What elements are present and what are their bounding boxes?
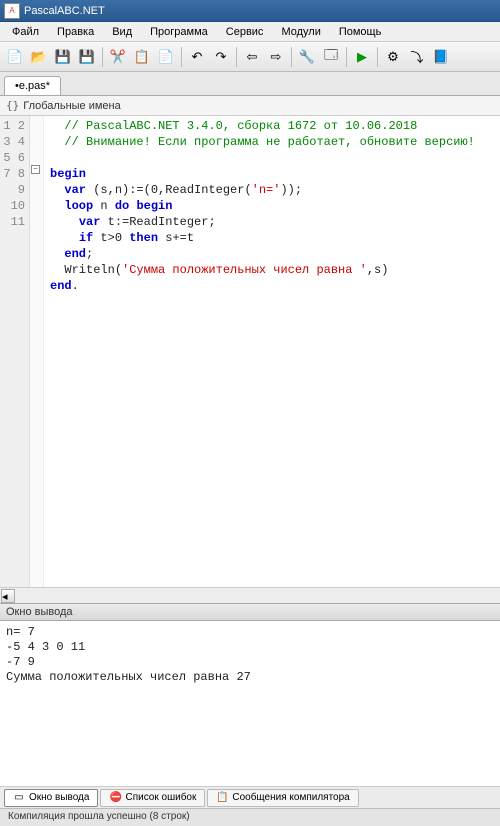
tab-label: •e.pas* — [15, 80, 50, 92]
open-file-icon[interactable]: 📂 — [28, 46, 50, 68]
output-line: -7 9 — [6, 655, 35, 669]
doc-icon[interactable]: 📘 — [430, 46, 452, 68]
separator — [346, 47, 347, 67]
cut-icon[interactable]: ✂️ — [107, 46, 129, 68]
errors-icon: ⛔ — [109, 792, 121, 804]
save-all-icon[interactable]: 💾 — [76, 46, 98, 68]
horizontal-scrollbar[interactable]: ◂ — [0, 587, 500, 603]
nav-back-icon[interactable]: ⇦ — [241, 46, 263, 68]
scroll-left-icon[interactable]: ◂ — [1, 589, 15, 603]
separator — [181, 47, 182, 67]
status-text: Компиляция прошла успешно (8 строк) — [8, 811, 190, 822]
statusbar: Компиляция прошла успешно (8 строк) — [0, 808, 500, 826]
editor-tabbar: •e.pas* — [0, 72, 500, 96]
menu-modules[interactable]: Модули — [273, 24, 328, 40]
menu-help[interactable]: Помощь — [331, 24, 390, 40]
toolbar: 📄 📂 💾 💾 ✂️ 📋 📄 ↶ ↷ ⇦ ⇨ 🔧 🗔 ▶ ⚙ ⤵ 📘 — [0, 42, 500, 72]
tab-output[interactable]: ▭ Окно вывода — [4, 789, 98, 807]
menu-service[interactable]: Сервис — [218, 24, 272, 40]
app-icon: A — [4, 3, 20, 19]
line-gutter: 1 2 3 4 5 6 7 8 9 10 11 — [0, 116, 30, 587]
undo-icon[interactable]: ↶ — [186, 46, 208, 68]
menubar: Файл Правка Вид Программа Сервис Модули … — [0, 22, 500, 42]
menu-view[interactable]: Вид — [104, 24, 140, 40]
code-area[interactable]: // PascalABC.NET 3.4.0, сборка 1672 от 1… — [44, 116, 500, 587]
code-editor[interactable]: 1 2 3 4 5 6 7 8 9 10 11 − // PascalABC.N… — [0, 116, 500, 587]
separator — [236, 47, 237, 67]
fold-column: − — [30, 116, 44, 587]
output-line: -5 4 3 0 11 — [6, 640, 85, 654]
separator — [102, 47, 103, 67]
run-icon[interactable]: ▶ — [351, 46, 373, 68]
save-icon[interactable]: 💾 — [52, 46, 74, 68]
properties-icon[interactable]: 🔧 — [296, 46, 318, 68]
separator — [291, 47, 292, 67]
menu-program[interactable]: Программа — [142, 24, 216, 40]
scope-label: Глобальные имена — [23, 100, 121, 112]
copy-icon[interactable]: 📋 — [131, 46, 153, 68]
titlebar: A PascalABC.NET — [0, 0, 500, 22]
tab-compiler-messages[interactable]: 📋 Сообщения компилятора — [207, 789, 358, 807]
redo-icon[interactable]: ↷ — [210, 46, 232, 68]
output-line: n= 7 — [6, 625, 35, 639]
scope-bar[interactable]: {} Глобальные имена — [0, 96, 500, 116]
fold-toggle-icon[interactable]: − — [31, 165, 40, 174]
messages-icon: 📋 — [216, 792, 228, 804]
bottom-tabbar: ▭ Окно вывода ⛔ Список ошибок 📋 Сообщени… — [0, 786, 500, 808]
tab-errors[interactable]: ⛔ Список ошибок — [100, 789, 205, 807]
paste-icon[interactable]: 📄 — [155, 46, 177, 68]
separator — [377, 47, 378, 67]
output-icon: ▭ — [13, 792, 25, 804]
output-line: Сумма положительных чисел равна 27 — [6, 670, 251, 684]
output-panel[interactable]: n= 7 -5 4 3 0 11 -7 9 Сумма положительны… — [0, 621, 500, 786]
braces-icon: {} — [6, 99, 19, 112]
compile-icon[interactable]: ⚙ — [382, 46, 404, 68]
menu-file[interactable]: Файл — [4, 24, 47, 40]
menu-edit[interactable]: Правка — [49, 24, 102, 40]
file-tab[interactable]: •e.pas* — [4, 76, 61, 95]
new-file-icon[interactable]: 📄 — [4, 46, 26, 68]
nav-forward-icon[interactable]: ⇨ — [265, 46, 287, 68]
form-icon[interactable]: 🗔 — [320, 46, 342, 68]
step-icon[interactable]: ⤵ — [406, 46, 428, 68]
output-panel-title: Окно вывода — [0, 603, 500, 621]
window-title: PascalABC.NET — [24, 5, 105, 17]
